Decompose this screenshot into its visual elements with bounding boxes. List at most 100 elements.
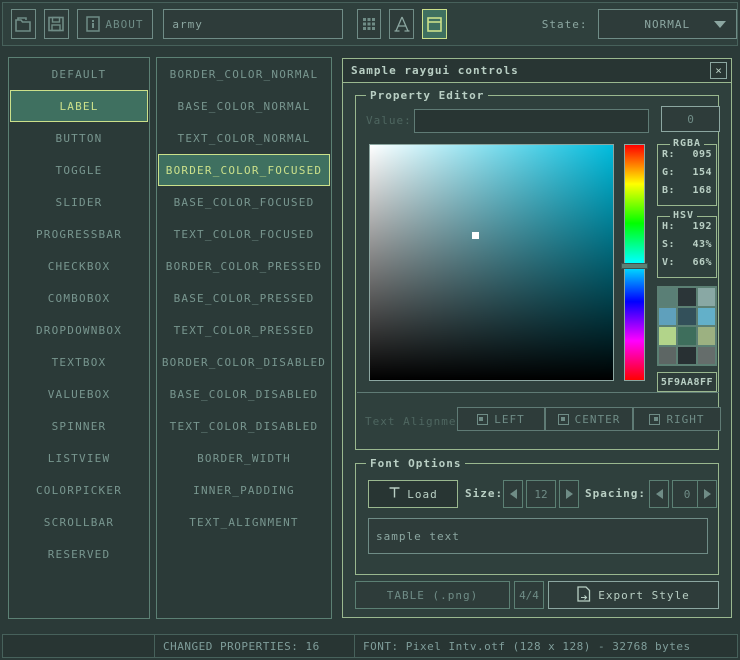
load-font-button[interactable]: Load	[368, 480, 458, 508]
arrow-right-icon	[704, 489, 711, 499]
palette-swatch-7[interactable]	[678, 327, 695, 345]
property-item-base-color-normal[interactable]: BASE_COLOR_NORMAL	[158, 90, 330, 122]
color-picker-saturation-value-area[interactable]	[369, 144, 614, 381]
control-item-colorpicker[interactable]: COLORPICKER	[10, 474, 148, 506]
list-item-label: TEXT_COLOR_FOCUSED	[174, 228, 315, 241]
property-item-border-color-normal[interactable]: BORDER_COLOR_NORMAL	[158, 58, 330, 90]
palette-swatch-4[interactable]	[678, 308, 695, 326]
font-size-decrease-button[interactable]	[503, 480, 523, 508]
control-item-valuebox[interactable]: VALUEBOX	[10, 378, 148, 410]
font-spacing-increase-button[interactable]	[697, 480, 717, 508]
hex-value-field[interactable]: 5F9AA8FF	[657, 372, 717, 392]
export-style-button[interactable]: Export Style	[548, 581, 719, 609]
chevron-down-icon	[714, 21, 726, 28]
control-item-scrollbar[interactable]: SCROLLBAR	[10, 506, 148, 538]
list-item-label: DEFAULT	[52, 68, 107, 81]
control-item-label[interactable]: LABEL	[10, 90, 148, 122]
font-size-increase-button[interactable]	[559, 480, 579, 508]
palette-swatch-3[interactable]	[659, 308, 676, 326]
palette-swatch-5[interactable]	[698, 308, 715, 326]
list-item-label: BASE_COLOR_DISABLED	[170, 388, 319, 401]
value-label: Value:	[366, 114, 412, 127]
palette-swatch-2[interactable]	[698, 288, 715, 306]
save-file-button[interactable]	[44, 9, 69, 39]
property-item-text-alignment[interactable]: TEXT_ALIGNMENT	[158, 506, 330, 538]
hsv-label: HSV	[670, 210, 697, 221]
property-item-border-color-focused[interactable]: BORDER_COLOR_FOCUSED	[158, 154, 330, 186]
property-item-text-color-pressed[interactable]: TEXT_COLOR_PRESSED	[158, 314, 330, 346]
palette-swatch-10[interactable]	[678, 347, 695, 365]
font-view-button[interactable]	[389, 9, 414, 39]
control-item-listview[interactable]: LISTVIEW	[10, 442, 148, 474]
align-left-button[interactable]: LEFT	[457, 407, 545, 431]
align-right-button[interactable]: RIGHT	[633, 407, 721, 431]
property-item-border-color-pressed[interactable]: BORDER_COLOR_PRESSED	[158, 250, 330, 282]
value-spinner[interactable]: 0	[661, 106, 720, 132]
control-item-dropdownbox[interactable]: DROPDOWNBOX	[10, 314, 148, 346]
color-picker-hue-selector[interactable]	[621, 263, 648, 269]
palette-swatch-11[interactable]	[698, 347, 715, 365]
rgba-value-g: 154	[676, 167, 712, 178]
property-item-border-color-disabled[interactable]: BORDER_COLOR_DISABLED	[158, 346, 330, 378]
state-dropdown[interactable]: NORMAL	[598, 9, 737, 39]
control-item-combobox[interactable]: COMBOBOX	[10, 282, 148, 314]
property-item-border-width[interactable]: BORDER_WIDTH	[158, 442, 330, 474]
align-center-button[interactable]: CENTER	[545, 407, 633, 431]
control-item-checkbox[interactable]: CHECKBOX	[10, 250, 148, 282]
rgba-key-r: R:	[662, 149, 676, 160]
list-item-label: DROPDOWNBOX	[36, 324, 122, 337]
control-item-default[interactable]: DEFAULT	[10, 58, 148, 90]
control-item-button[interactable]: BUTTON	[10, 122, 148, 154]
property-item-base-color-focused[interactable]: BASE_COLOR_FOCUSED	[158, 186, 330, 218]
status-bar: CHANGED PROPERTIES: 16 FONT: Pixel Intv.…	[2, 634, 738, 658]
property-item-text-color-focused[interactable]: TEXT_COLOR_FOCUSED	[158, 218, 330, 250]
list-item-label: CHECKBOX	[48, 260, 111, 273]
table-png-button[interactable]: TABLE (.png)	[355, 581, 510, 609]
color-palette[interactable]	[657, 286, 717, 366]
list-item-label: BUTTON	[56, 132, 103, 145]
grid-view-button[interactable]	[357, 9, 382, 39]
property-item-inner-padding[interactable]: INNER_PADDING	[158, 474, 330, 506]
palette-swatch-1[interactable]	[678, 288, 695, 306]
properties-list[interactable]: BORDER_COLOR_NORMALBASE_COLOR_NORMALTEXT…	[156, 57, 332, 619]
open-file-button[interactable]	[11, 9, 36, 39]
ratio-button[interactable]: 4/4	[514, 581, 544, 609]
property-item-base-color-pressed[interactable]: BASE_COLOR_PRESSED	[158, 282, 330, 314]
list-item-label: RESERVED	[48, 548, 111, 561]
style-name-input[interactable]: army	[163, 9, 342, 39]
sample-text-input[interactable]: sample text	[368, 518, 708, 554]
about-label: ABOUT	[105, 18, 143, 31]
property-item-text-color-disabled[interactable]: TEXT_COLOR_DISABLED	[158, 410, 330, 442]
value-input[interactable]	[414, 109, 649, 133]
list-item-label: BORDER_COLOR_DISABLED	[162, 356, 326, 369]
rgba-row-g: G: 154	[658, 164, 716, 181]
control-item-textbox[interactable]: TEXTBOX	[10, 346, 148, 378]
list-item-label: TEXT_ALIGNMENT	[189, 516, 299, 529]
align-left-icon	[477, 414, 488, 425]
window-titlebar: Sample raygui controls ×	[343, 59, 731, 83]
hsv-value-h: 192	[676, 221, 712, 232]
control-item-toggle[interactable]: TOGGLE	[10, 154, 148, 186]
font-size-value[interactable]: 12	[526, 480, 556, 508]
control-item-slider[interactable]: SLIDER	[10, 186, 148, 218]
palette-swatch-0[interactable]	[659, 288, 676, 306]
rgba-row-b: B: 168	[658, 182, 716, 199]
property-item-text-color-normal[interactable]: TEXT_COLOR_NORMAL	[158, 122, 330, 154]
close-icon[interactable]: ×	[710, 62, 727, 79]
property-item-base-color-disabled[interactable]: BASE_COLOR_DISABLED	[158, 378, 330, 410]
font-spacing-decrease-button[interactable]	[649, 480, 669, 508]
hsv-group: HSV H: 192 S: 43% V: 66%	[657, 216, 717, 278]
palette-swatch-9[interactable]	[659, 347, 676, 365]
palette-swatch-8[interactable]	[698, 327, 715, 345]
control-item-spinner[interactable]: SPINNER	[10, 410, 148, 442]
control-item-progressbar[interactable]: PROGRESSBAR	[10, 218, 148, 250]
palette-swatch-6[interactable]	[659, 327, 676, 345]
controls-view-button[interactable]	[422, 9, 447, 39]
hsv-value-s: 43%	[676, 239, 712, 250]
controls-list[interactable]: DEFAULT LABEL BUTTON TOGGLESLIDERPROGRESSBA…	[8, 57, 150, 619]
list-item-label: SCROLLBAR	[44, 516, 114, 529]
control-item-reserved[interactable]: RESERVED	[10, 538, 148, 570]
about-button[interactable]: ABOUT	[77, 9, 154, 39]
color-picker-cursor[interactable]	[472, 232, 479, 239]
list-item-label: BORDER_WIDTH	[197, 452, 291, 465]
